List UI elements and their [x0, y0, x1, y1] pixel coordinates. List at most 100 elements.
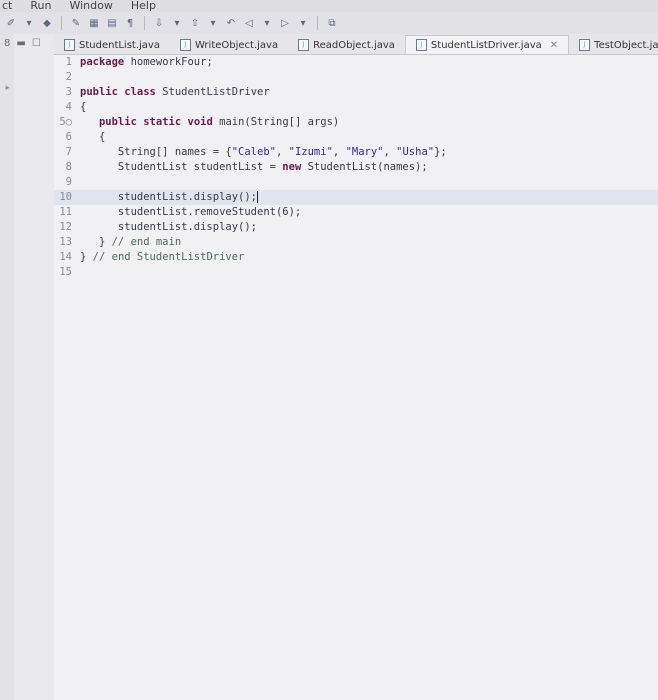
line-number: 12 — [59, 221, 72, 233]
tab-writeobject[interactable]: J WriteObject.java — [170, 36, 288, 54]
code-token: , — [332, 146, 346, 158]
close-tab-icon[interactable]: ✕ — [550, 40, 558, 51]
code-token: StudentListDriver — [155, 86, 270, 98]
menu-item-run[interactable]: Run — [30, 0, 51, 12]
code-line[interactable]: 3 public class StudentListDriver — [54, 85, 658, 100]
line-number: 1 — [65, 56, 72, 68]
grid-icon[interactable]: ▦ — [87, 16, 101, 30]
java-file-icon: J — [298, 39, 310, 51]
line-number: 3 — [65, 86, 72, 98]
code-token: class — [124, 86, 156, 98]
code-token: main(String[] args) — [212, 116, 340, 128]
code-editor[interactable]: 1 package homeworkFour; 2 3 public class Stu… — [54, 55, 658, 700]
menu-bar: ct Run Window Help — [0, 0, 658, 12]
code-line[interactable]: 14} // end StudentListDriver — [54, 250, 658, 265]
minimize-icon[interactable]: ▬ — [16, 38, 25, 49]
toolbar: ✐ ▾ ◆ ✎ ▦ ▤ ¶ ⇩ ▾ ⇧ ▾ ↶ ◁ ▾ ▷ ▾ ⧉ — [0, 12, 658, 34]
dropdown-icon[interactable]: ▾ — [22, 16, 36, 30]
open-task-icon[interactable]: ⧉ — [325, 16, 339, 30]
dropdown-icon[interactable]: ▾ — [296, 16, 310, 30]
pin-icon[interactable]: ◆ — [40, 16, 54, 30]
code-token: { — [80, 101, 87, 113]
code-token: package — [80, 56, 125, 68]
code-token: void — [187, 116, 213, 128]
code-token: new — [282, 161, 302, 173]
code-token: }; — [434, 146, 447, 158]
code-line[interactable]: 15 — [54, 265, 658, 280]
java-file-icon: J — [64, 39, 75, 51]
code-token: , — [383, 146, 397, 158]
java-file-icon: J — [415, 39, 427, 51]
back-icon[interactable]: ◁ — [242, 16, 256, 30]
tab-studentlist[interactable]: J StudentList.java — [54, 36, 170, 54]
java-file-icon: J — [179, 39, 191, 51]
maximize-icon[interactable]: ☐ — [32, 38, 41, 49]
code-line[interactable]: 7 String[] names = {"Caleb", "Izumi", "M… — [54, 145, 658, 160]
code-token: homeworkFour; — [124, 56, 213, 68]
forward-icon[interactable]: ▷ — [278, 16, 292, 30]
line-number: 14 — [59, 251, 72, 263]
menu-item-window[interactable]: Window — [69, 0, 112, 12]
toolbar-separator — [144, 16, 145, 30]
code-line[interactable]: 1 package homeworkFour; — [54, 55, 658, 70]
code-line[interactable]: 2 — [54, 70, 658, 85]
code-line[interactable]: 9 — [54, 175, 658, 190]
block-icon[interactable]: ▤ — [105, 16, 119, 30]
tab-label: StudentListDriver.java — [430, 39, 542, 51]
code-token: , — [275, 146, 289, 158]
restore-icon[interactable]: 8 — [4, 38, 10, 49]
edit-icon[interactable]: ✎ — [69, 16, 83, 30]
code-token: // end main — [111, 236, 182, 248]
view-controls: 8 ▬ ☐ — [4, 38, 41, 49]
code-line[interactable]: 8 StudentList studentList = new StudentL… — [54, 160, 658, 175]
tab-label: TestObject.java — [594, 39, 658, 51]
code-token: StudentList studentList = — [80, 161, 283, 173]
code-token: } — [80, 236, 112, 248]
code-token: "Usha" — [396, 146, 435, 158]
java-file-icon: J — [579, 39, 591, 51]
dropdown-icon[interactable]: ▾ — [260, 16, 274, 30]
code-token: "Mary" — [345, 146, 384, 158]
code-line[interactable]: 4{ — [54, 100, 658, 115]
code-line[interactable]: 6 { — [54, 130, 658, 145]
menu-item-help[interactable]: Help — [131, 0, 156, 12]
code-line[interactable]: 5○ public static void main(String[] args… — [54, 115, 658, 130]
code-token: { — [80, 131, 106, 143]
code-token: // end StudentListDriver — [92, 251, 245, 263]
dropdown-icon[interactable]: ▾ — [170, 16, 184, 30]
last-edit-icon[interactable]: ↶ — [224, 16, 238, 30]
line-number: 4 — [65, 101, 72, 113]
menu-item-project[interactable]: ct — [2, 0, 12, 12]
code-token: static — [143, 116, 182, 128]
code-token: StudentList(names); — [301, 161, 428, 173]
code-token: studentList.display(); — [80, 221, 258, 233]
prev-annotation-icon[interactable]: ⇧ — [188, 16, 202, 30]
tab-readobject[interactable]: J ReadObject.java — [288, 36, 405, 54]
tab-testobject[interactable]: J TestObject.java — [569, 36, 658, 54]
dropdown-icon[interactable]: ▾ — [206, 16, 220, 30]
editor-tab-bar: J StudentList.java J WriteObject.java J … — [54, 34, 658, 55]
text-caret — [257, 191, 259, 203]
tab-label: ReadObject.java — [313, 39, 395, 51]
run-debug-icon[interactable]: ✐ — [4, 16, 18, 30]
marker-icon: ⯈ — [4, 84, 11, 93]
code-token: public — [98, 116, 137, 128]
tab-studentlistdriver[interactable]: J StudentListDriver.java ✕ — [404, 35, 570, 54]
code-token: studentList.removeStudent(6); — [80, 206, 302, 218]
toolbar-separator — [317, 16, 318, 30]
next-annotation-icon[interactable]: ⇩ — [152, 16, 166, 30]
code-line[interactable]: 12 studentList.display(); — [54, 220, 658, 235]
code-line[interactable]: 11 studentList.removeStudent(6); — [54, 205, 658, 220]
code-token: public — [80, 86, 118, 98]
line-number: 15 — [59, 266, 72, 278]
line-number: 5○ — [59, 116, 72, 128]
line-number: 8 — [65, 161, 72, 173]
code-line[interactable]: 13 } // end main — [54, 235, 658, 250]
code-token: studentList.display(); — [80, 191, 258, 203]
pilcrow-icon[interactable]: ¶ — [123, 16, 137, 30]
code-line[interactable]: 10 studentList.display(); — [54, 190, 658, 205]
line-number: 13 — [59, 236, 72, 248]
code-token: "Izumi" — [288, 146, 333, 158]
tab-label: WriteObject.java — [194, 39, 279, 51]
